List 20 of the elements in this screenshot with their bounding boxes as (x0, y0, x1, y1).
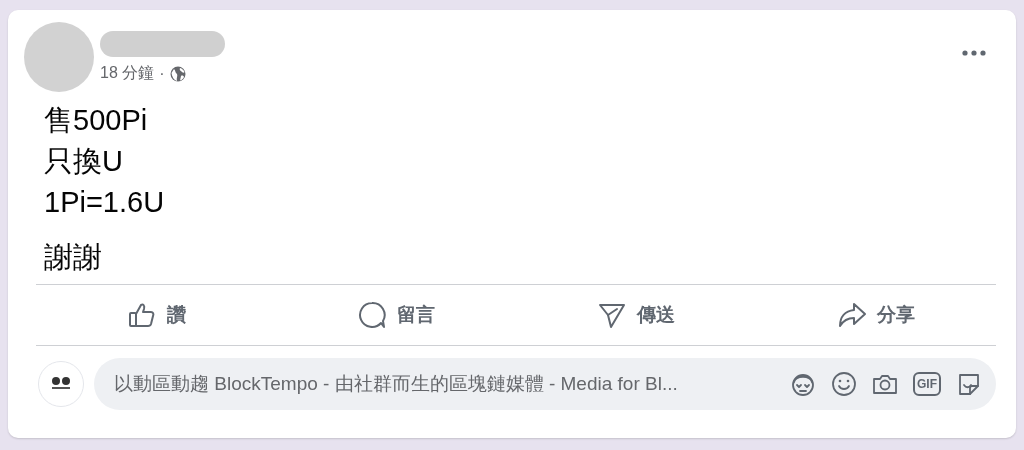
comment-field[interactable]: 以動區動趨 BlockTempo - 由社群而生的區塊鏈媒體 - Media for Bl... GIF (94, 358, 996, 410)
share-button[interactable]: 分享 (756, 285, 996, 345)
post-time[interactable]: 18 分鐘 (100, 63, 155, 84)
page-logo-icon (38, 361, 84, 407)
post-text: 只換U (44, 144, 124, 179)
comment-button[interactable]: 留言 (276, 285, 516, 345)
speech-bubble-icon (357, 300, 387, 330)
share-arrow-icon (837, 300, 867, 330)
more-options-icon[interactable] (962, 50, 986, 56)
send-button[interactable]: 傳送 (516, 285, 756, 345)
separator-dot: · (159, 64, 165, 83)
gif-button[interactable]: GIF (913, 372, 941, 396)
like-button[interactable]: 讚 (36, 285, 276, 345)
post-text: 1Pi=1.6U (44, 185, 166, 220)
post-text: 售500Pi (44, 103, 149, 138)
globe-icon (169, 65, 186, 82)
smiley-icon[interactable] (831, 371, 857, 397)
post-text: 謝謝 (44, 240, 103, 275)
sticker-icon[interactable] (956, 371, 982, 397)
avatar-face-icon[interactable] (790, 371, 816, 397)
